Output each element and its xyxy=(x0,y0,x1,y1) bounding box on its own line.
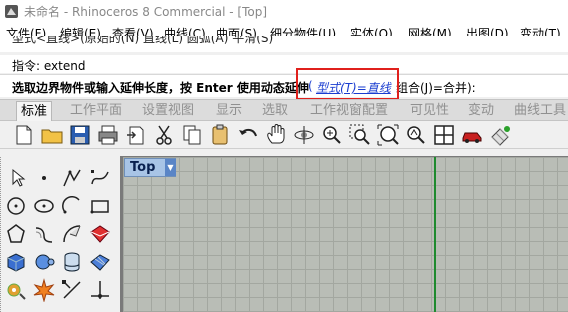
polygon-icon[interactable] xyxy=(4,222,28,246)
highlight-annotation-box xyxy=(296,68,399,100)
box-icon[interactable] xyxy=(4,250,28,274)
subd-icon[interactable] xyxy=(88,250,112,274)
open-folder-icon[interactable] xyxy=(40,123,64,147)
pan-hand-icon[interactable] xyxy=(264,123,288,147)
cut-icon[interactable] xyxy=(152,123,176,147)
command-history-line: 型式<直线>(原始的(N) 直线(L) 圆弧(A) 平滑(S) xyxy=(12,36,274,45)
explode-icon[interactable] xyxy=(32,278,56,303)
rotate-view-icon[interactable] xyxy=(292,123,316,147)
undo-icon[interactable] xyxy=(236,123,260,147)
curve-offset-icon[interactable] xyxy=(32,222,56,246)
rectangle-icon[interactable] xyxy=(88,194,112,218)
split-icon[interactable] xyxy=(88,278,112,302)
standard-toolbar xyxy=(0,121,568,149)
zoom-extents-icon[interactable] xyxy=(376,123,400,147)
copy-icon[interactable] xyxy=(180,123,204,147)
zoom-window-icon[interactable] xyxy=(348,123,372,147)
tab-standard[interactable]: 标准 xyxy=(16,101,53,121)
chevron-down-icon[interactable]: ▼ xyxy=(165,159,176,176)
grid-tools-icon[interactable] xyxy=(488,123,512,147)
tab-transform[interactable]: 变动 xyxy=(464,101,498,121)
select-arrow-icon[interactable] xyxy=(6,166,30,190)
window-title: 未命名 - Rhinoceros 8 Commercial - [Top] xyxy=(24,5,268,19)
y-axis-line xyxy=(434,157,436,312)
point-icon[interactable] xyxy=(32,166,56,190)
surface-icon[interactable] xyxy=(88,222,112,246)
print-icon[interactable] xyxy=(96,123,120,147)
freeform-curve-icon[interactable] xyxy=(60,222,84,246)
curve-icon[interactable] xyxy=(88,166,112,190)
tab-cplanes[interactable]: 工作平面 xyxy=(66,101,126,121)
toolbar-tab-bar: 标准 工作平面 设置视图 显示 选取 工作视窗配置 可见性 变动 曲线工具 xyxy=(0,99,568,121)
tab-viewport-layout[interactable]: 工作视窗配置 xyxy=(306,101,392,121)
command-line: 选取边界物件或输入延伸长度，按 Enter 使用动态延伸 ( 型式(T)=直线 … xyxy=(0,75,568,97)
import-icon[interactable] xyxy=(124,123,148,147)
command-instruction: 选取边界物件或输入延伸长度，按 Enter 使用动态延伸 xyxy=(12,81,309,95)
arc-icon[interactable] xyxy=(60,194,84,218)
sphere-icon[interactable] xyxy=(32,250,56,274)
command-prompt-area: 指令: extend xyxy=(0,55,568,73)
car-render-icon[interactable] xyxy=(460,123,484,147)
cylinder-icon[interactable] xyxy=(60,250,84,274)
zoom-selected-icon[interactable] xyxy=(404,123,428,147)
tab-select[interactable]: 选取 xyxy=(258,101,292,121)
trim-icon[interactable] xyxy=(60,278,84,302)
tab-curve-tools[interactable]: 曲线工具 xyxy=(510,101,568,121)
viewport-title: Top xyxy=(130,160,156,175)
polyline-icon[interactable] xyxy=(60,166,84,190)
option-join-text[interactable]: 组合(J)=合并): xyxy=(396,79,476,96)
ellipse-icon[interactable] xyxy=(32,194,56,218)
viewport-title-tab[interactable]: Top ▼ xyxy=(124,158,176,177)
command-prompt: 指令: extend xyxy=(12,59,86,73)
zoom-dynamic-icon[interactable] xyxy=(320,123,344,147)
title-bar: 未命名 - Rhinoceros 8 Commercial - [Top] xyxy=(0,0,568,24)
rhino-app-icon xyxy=(5,5,18,18)
tab-display[interactable]: 显示 xyxy=(212,101,246,121)
new-document-icon[interactable] xyxy=(12,123,36,147)
paste-icon[interactable] xyxy=(208,123,232,147)
top-viewport-grid[interactable] xyxy=(123,157,568,312)
save-icon[interactable] xyxy=(68,123,92,147)
tab-visibility[interactable]: 可见性 xyxy=(406,101,453,121)
gear-tools-icon[interactable] xyxy=(4,278,28,302)
command-history: 型式<直线>(原始的(N) 直线(L) 圆弧(A) 平滑(S) xyxy=(0,36,568,52)
circle-icon[interactable] xyxy=(4,194,28,218)
tab-set-view[interactable]: 设置视图 xyxy=(138,101,198,121)
four-viewports-icon[interactable] xyxy=(432,123,456,147)
